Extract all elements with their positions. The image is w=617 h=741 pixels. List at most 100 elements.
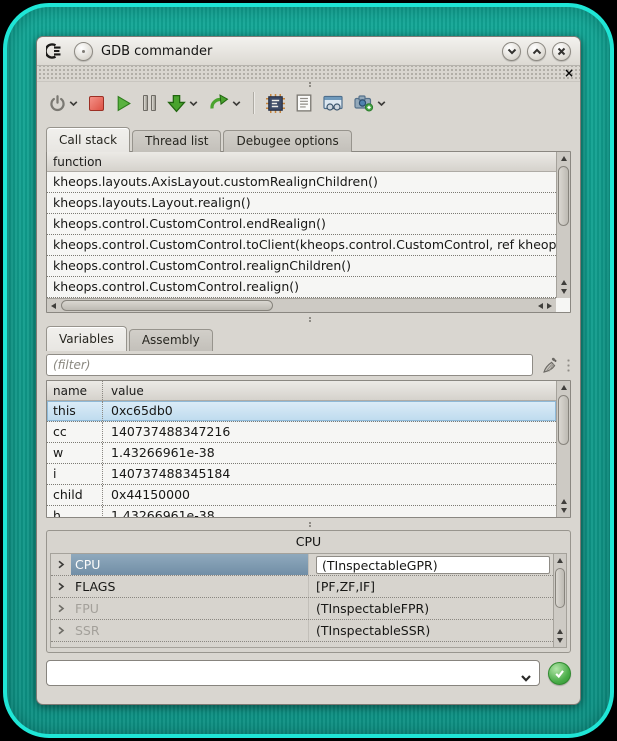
broom-icon — [540, 356, 559, 375]
cpu-row[interactable]: FLAGS [PF,ZF,IF] — [51, 576, 553, 598]
scroll-down-stepper[interactable] — [557, 504, 570, 517]
variable-row[interactable]: this 0xc65db0 — [47, 401, 556, 422]
tab-debugee-options[interactable]: Debugee options — [223, 130, 351, 152]
cpu-row-value-field[interactable]: (TInspectableGPR) — [316, 556, 550, 574]
scroll-thumb[interactable] — [558, 166, 569, 226]
snapshot-button[interactable] — [354, 94, 386, 112]
window-menu-button[interactable] — [74, 42, 93, 61]
variable-row[interactable]: i 140737488345184 — [47, 464, 556, 485]
snapshot-menu-chevron-icon[interactable] — [377, 100, 386, 107]
clear-filter-button[interactable] — [540, 356, 559, 375]
power-button[interactable] — [49, 95, 78, 112]
step-into-button[interactable] — [167, 94, 198, 113]
call-stack-panel: function kheops.layouts.AxisLayout.custo… — [46, 151, 571, 313]
stop-icon — [89, 96, 104, 111]
tab-assembly[interactable]: Assembly — [129, 329, 213, 351]
scroll-trough[interactable] — [557, 394, 570, 495]
call-stack-horizontal-scrollbar[interactable] — [47, 298, 556, 312]
panel-splitter[interactable] — [37, 313, 580, 325]
scroll-thumb[interactable] — [555, 568, 565, 608]
stop-button[interactable] — [89, 96, 104, 111]
maximize-button[interactable] — [527, 42, 546, 61]
step-over-menu-chevron-icon[interactable] — [232, 100, 241, 107]
call-stack-row[interactable]: kheops.layouts.Layout.realign() — [47, 193, 556, 214]
cpu-row-name: CPU — [71, 554, 309, 575]
expander-chevron-icon[interactable] — [51, 598, 71, 619]
cpu-vertical-scrollbar[interactable] — [553, 554, 566, 647]
power-icon — [49, 95, 66, 112]
gdb-commander-window: GDB commander × — [36, 36, 581, 705]
scroll-up-stepper[interactable] — [557, 381, 570, 394]
cpu-row[interactable]: CPU (TInspectableGPR) — [51, 554, 553, 576]
scroll-thumb[interactable] — [61, 300, 273, 311]
variable-value: 1.43266961e-38 — [103, 443, 556, 463]
panel-splitter[interactable] — [37, 518, 580, 530]
variable-name: i — [47, 464, 103, 484]
call-stack-row[interactable]: kheops.control.CustomControl.realignChil… — [47, 256, 556, 277]
expander-chevron-icon[interactable] — [51, 576, 71, 597]
tab-thread-list[interactable]: Thread list — [132, 130, 221, 152]
filter-input[interactable] — [46, 354, 533, 376]
variable-row[interactable]: child 0x44150000 — [47, 485, 556, 506]
call-stack-row[interactable]: kheops.layouts.AxisLayout.customRealignC… — [47, 172, 556, 193]
run-button[interactable] — [115, 95, 132, 112]
show-cpu-button[interactable] — [266, 94, 285, 113]
command-combobox[interactable] — [46, 660, 540, 686]
tab-variables[interactable]: Variables — [46, 326, 127, 351]
confirm-button[interactable] — [548, 662, 571, 685]
tab-call-stack[interactable]: Call stack — [46, 127, 130, 152]
variables-table-header[interactable]: name value — [47, 381, 556, 401]
scroll-thumb[interactable] — [558, 395, 569, 445]
scroll-up-stepper[interactable] — [557, 152, 570, 165]
variable-name: cc — [47, 422, 103, 442]
scroll-trough[interactable] — [557, 165, 570, 276]
show-watches-button[interactable] — [323, 95, 343, 112]
app-logo-icon — [46, 43, 66, 59]
expander-chevron-icon[interactable] — [51, 554, 71, 575]
call-stack-vertical-scrollbar[interactable] — [556, 152, 570, 298]
variable-row[interactable]: cc 140737488347216 — [47, 422, 556, 443]
close-button[interactable] — [552, 42, 571, 61]
step-over-button[interactable] — [209, 94, 241, 112]
column-value[interactable]: value — [103, 381, 556, 400]
step-into-menu-chevron-icon[interactable] — [189, 100, 198, 107]
dock-handle[interactable]: × — [37, 66, 580, 82]
call-stack-column-header[interactable]: function — [47, 152, 556, 172]
combobox-chevron-icon[interactable] — [520, 668, 532, 687]
chevron-up-icon — [532, 48, 542, 55]
variables-list: this 0xc65db0 cc 140737488347216 w 1.432… — [47, 401, 570, 518]
pause-button[interactable] — [143, 95, 156, 111]
scroll-trough[interactable] — [554, 567, 566, 625]
variable-row[interactable]: w 1.43266961e-38 — [47, 443, 556, 464]
call-stack-row[interactable]: kheops.control.CustomControl.toClient(kh… — [47, 235, 556, 256]
variables-vertical-scrollbar[interactable] — [556, 381, 570, 517]
cpu-row-name: FPU — [71, 598, 309, 619]
scroll-right-stepper[interactable] — [543, 299, 556, 312]
chevron-down-icon — [507, 48, 517, 55]
scroll-left-stepper[interactable] — [47, 299, 60, 312]
variable-row[interactable]: h 1.43266961e-38 — [47, 506, 556, 518]
pause-icon — [143, 95, 156, 111]
resize-grip-dots[interactable] — [566, 358, 571, 372]
play-icon — [115, 95, 132, 112]
dock-close-button[interactable]: × — [564, 66, 574, 80]
call-stack-row[interactable]: kheops.control.CustomControl.realign() — [47, 277, 556, 298]
scroll-down-stepper[interactable] — [557, 285, 570, 298]
cpu-row[interactable]: FPU (TInspectableFPR) — [51, 598, 553, 620]
titlebar[interactable]: GDB commander — [37, 37, 580, 66]
scroll-up-stepper[interactable] — [554, 554, 566, 567]
cpu-row-name: SSR — [71, 620, 309, 641]
cpu-row[interactable]: SSR (TInspectableSSR) — [51, 620, 553, 642]
minimize-button[interactable] — [502, 42, 521, 61]
power-menu-chevron-icon[interactable] — [69, 100, 78, 107]
scroll-trough[interactable] — [60, 299, 534, 312]
call-stack-row[interactable]: kheops.control.CustomControl.endRealign(… — [47, 214, 556, 235]
cpu-row-value: (TInspectableSSR) — [309, 620, 553, 641]
close-icon — [557, 47, 566, 56]
show-source-button[interactable] — [296, 94, 312, 112]
scroll-down-stepper[interactable] — [554, 634, 566, 647]
cpu-row-value: (TInspectableFPR) — [309, 598, 553, 619]
watch-window-icon — [323, 95, 343, 112]
expander-chevron-icon[interactable] — [51, 620, 71, 641]
column-name[interactable]: name — [47, 381, 103, 400]
